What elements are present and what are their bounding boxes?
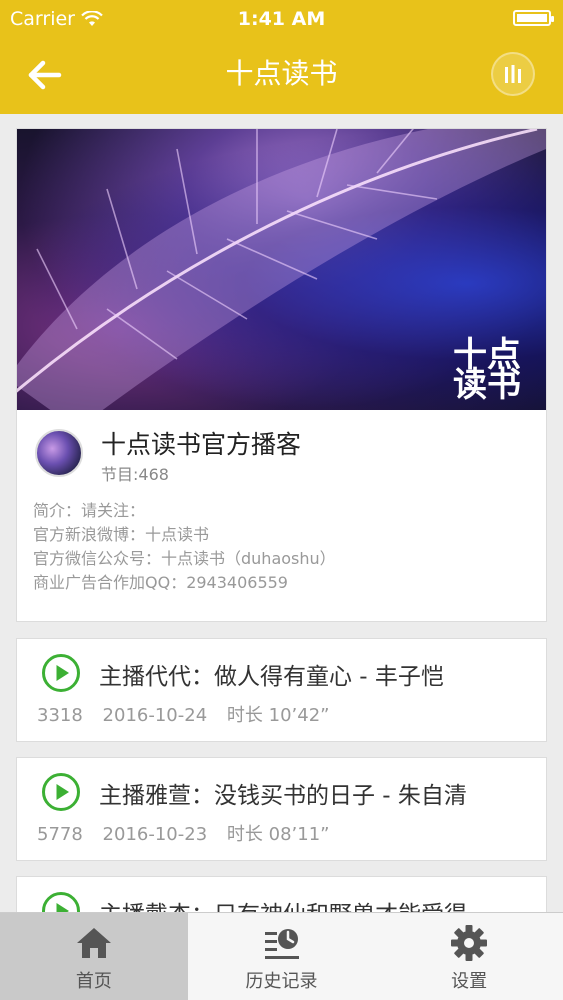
home-icon bbox=[76, 928, 111, 958]
podcast-cover-image: 十点读书 bbox=[17, 129, 546, 410]
podcast-description: 简介：请关注： 官方新浪微博：十点读书 官方微信公众号：十点读书（duhaosh… bbox=[33, 499, 336, 595]
podcast-info-card: 十点读书 十点读书官方播客 节目:468 简介：请关注： 官方新浪微博：十点读书… bbox=[16, 128, 547, 622]
episode-date: 2016-10-24 bbox=[102, 705, 208, 726]
play-count: 3318 bbox=[37, 705, 83, 726]
battery-icon bbox=[513, 10, 554, 26]
status-time: 1:41 AM bbox=[237, 8, 326, 30]
episode-item[interactable]: 主播代代：做人得有童心 - 丰子恺 3318 2016-10-24 时长 10’… bbox=[16, 638, 547, 742]
tab-history[interactable]: 历史记录 bbox=[188, 913, 376, 1000]
episode-meta: 3318 2016-10-24 时长 10’42” bbox=[37, 701, 343, 727]
status-bar: Carrier 1:41 AM bbox=[0, 0, 563, 40]
episode-title: 主播戴杰：只有神仙和野兽才能受得 bbox=[99, 895, 467, 912]
episode-date: 2016-10-23 bbox=[102, 824, 208, 845]
episode-item[interactable]: 主播戴杰：只有神仙和野兽才能受得 bbox=[16, 876, 547, 912]
tab-settings[interactable]: 设置 bbox=[375, 913, 563, 1000]
description-line: 官方微信公众号：十点读书（duhaoshu） bbox=[33, 549, 336, 568]
cover-logo-text: 十点读书 bbox=[453, 335, 521, 405]
page-title: 十点读书 bbox=[225, 57, 338, 90]
episode-item[interactable]: 主播雅萱：没钱买书的日子 - 朱自清 5778 2016-10-23 时长 08… bbox=[16, 757, 547, 861]
now-playing-button[interactable] bbox=[491, 52, 535, 96]
tab-label: 首页 bbox=[75, 971, 112, 992]
episode-duration: 时长 08’11” bbox=[226, 824, 330, 845]
tab-home[interactable]: 首页 bbox=[0, 913, 188, 1000]
episode-title: 主播雅萱：没钱买书的日子 - 朱自清 bbox=[99, 783, 467, 809]
description-line: 简介：请关注： bbox=[33, 501, 146, 520]
description-line: 商业广告合作加QQ：2943406559 bbox=[33, 573, 288, 592]
history-icon bbox=[264, 929, 299, 959]
play-icon[interactable] bbox=[41, 891, 81, 912]
podcast-title: 十点读书官方播客 bbox=[101, 430, 302, 459]
episode-duration: 时长 10’42” bbox=[226, 705, 330, 726]
gear-icon bbox=[451, 925, 488, 961]
avatar bbox=[35, 429, 83, 477]
description-line: 官方新浪微博：十点读书 bbox=[33, 525, 210, 544]
now-playing-icon bbox=[505, 65, 521, 83]
tab-bar: 首页 历史记录 设置 bbox=[0, 912, 563, 1000]
episode-title: 主播代代：做人得有童心 - 丰子恺 bbox=[99, 664, 444, 690]
tab-label: 历史记录 bbox=[245, 971, 318, 992]
content-scroll[interactable]: 十点读书 十点读书官方播客 节目:468 简介：请关注： 官方新浪微博：十点读书… bbox=[0, 114, 563, 912]
play-icon[interactable] bbox=[41, 653, 81, 693]
episode-count: 节目:468 bbox=[101, 465, 169, 484]
tab-label: 设置 bbox=[451, 971, 488, 992]
play-count: 5778 bbox=[37, 824, 83, 845]
play-icon[interactable] bbox=[41, 772, 81, 812]
episode-meta: 5778 2016-10-23 时长 08’11” bbox=[37, 820, 343, 846]
navigation-bar: Carrier 1:41 AM 十点读书 bbox=[0, 0, 563, 114]
